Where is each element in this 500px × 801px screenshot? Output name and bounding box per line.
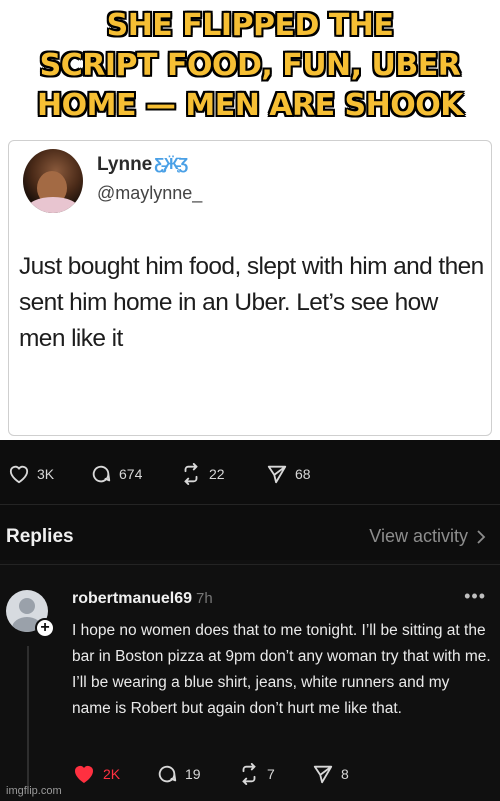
- post-footer: 3K 674 22 68 Replies View activity: [0, 440, 500, 565]
- reply-share-count: 8: [341, 766, 349, 782]
- reply-username[interactable]: robertmanuel69 7h: [72, 590, 213, 608]
- reply-repost-button[interactable]: 7: [238, 760, 275, 788]
- heart-filled-icon: [75, 766, 93, 783]
- reply-repost-count: 7: [267, 766, 275, 782]
- reply-like-button[interactable]: 2K: [72, 760, 120, 788]
- tweet-author-name: Lynne Ƹ̵̡Ӝ̵̨̄Ʒ: [97, 154, 189, 175]
- reply-share-button[interactable]: 8: [312, 760, 349, 788]
- reply-comment-count: 19: [185, 766, 201, 782]
- follow-plus-icon[interactable]: +: [35, 618, 55, 638]
- post-stats-row: 3K 674 22 68: [0, 460, 500, 488]
- chevron-right-icon: [477, 529, 486, 544]
- repost-icon: [242, 763, 256, 785]
- more-icon[interactable]: •••: [464, 586, 486, 607]
- comment-button[interactable]: 674: [90, 460, 142, 488]
- like-count: 3K: [37, 466, 55, 482]
- reply-like-count: 2K: [103, 766, 121, 782]
- share-button[interactable]: 68: [266, 460, 311, 488]
- watermark: imgflip.com: [6, 785, 62, 797]
- tweet-avatar: [23, 149, 83, 213]
- view-activity-link[interactable]: View activity: [369, 526, 486, 547]
- tweet-card: Lynne Ƹ̵̡Ӝ̵̨̄Ʒ @maylynne_ Just bought him…: [8, 140, 492, 436]
- comment-icon: [158, 765, 177, 783]
- send-icon: [267, 465, 287, 484]
- send-icon: [313, 765, 333, 784]
- share-count: 68: [295, 466, 311, 482]
- tweet-handle: @maylynne_: [97, 183, 203, 203]
- butterfly-icon: Ƹ̵̡Ӝ̵̨̄Ʒ: [154, 156, 189, 173]
- reply-item: + robertmanuel69 7h ••• I hope no women d…: [0, 576, 500, 801]
- caption-line-2: SCRIPT FOOD, FUN, UBER: [39, 48, 461, 83]
- reply-stats-row: 2K 19 7 8: [72, 760, 492, 788]
- comment-icon: [92, 465, 111, 483]
- comment-count: 674: [119, 466, 143, 482]
- threads-post-area: 3K 674 22 68 Replies View activity + rob…: [0, 440, 500, 801]
- caption-line-3: HOME — MEN ARE SHOOK: [37, 88, 463, 123]
- tweet-text: Just bought him food, slept with him and…: [19, 253, 484, 352]
- repost-button[interactable]: 22: [180, 460, 225, 488]
- repost-count: 22: [209, 466, 225, 482]
- reply-text: I hope no women does that to me tonight.…: [72, 622, 491, 717]
- thread-line: [27, 646, 29, 786]
- divider: [0, 564, 500, 565]
- divider: [0, 504, 500, 505]
- repost-icon: [184, 463, 198, 485]
- reply-timestamp: 7h: [196, 590, 213, 607]
- meme-caption: SHE FLIPPED THE SCRIPT FOOD, FUN, UBER H…: [0, 0, 500, 152]
- caption-line-1: SHE FLIPPED THE: [106, 8, 394, 43]
- replies-heading: Replies: [6, 526, 74, 547]
- heart-icon: [9, 465, 29, 484]
- reply-comment-button[interactable]: 19: [156, 760, 201, 788]
- like-button[interactable]: 3K: [8, 460, 54, 488]
